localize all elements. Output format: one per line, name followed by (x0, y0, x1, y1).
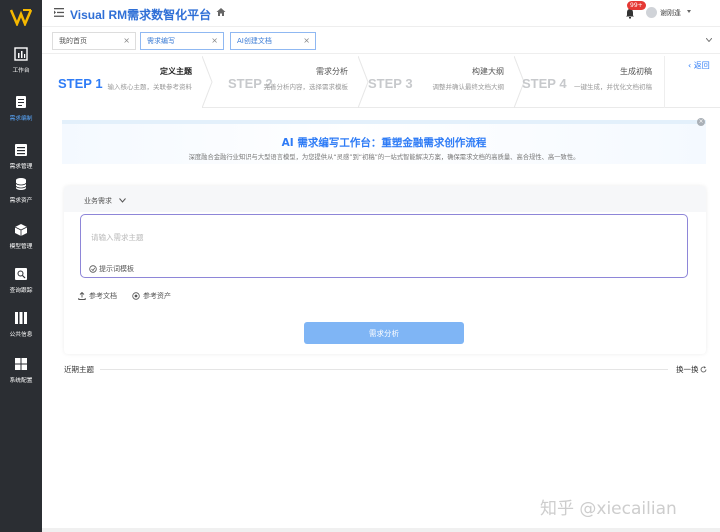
username[interactable]: 谢刚逢 (660, 8, 681, 18)
top-header: Visual RM需求数智化平台 99+ 谢刚逢 (42, 0, 720, 26)
notification-badge: 99+ (627, 1, 646, 10)
close-icon[interactable]: × (123, 36, 130, 45)
search-icon (15, 267, 27, 280)
back-button[interactable]: ‹ 返回 (688, 60, 710, 71)
step-name: 构建大纲 (472, 67, 504, 76)
close-icon[interactable]: × (697, 118, 705, 126)
logo-icon (10, 9, 32, 26)
tab-requirement-write[interactable]: 需求编写 × (140, 32, 224, 50)
topic-input-card: 业务需求 请输入需求主题 提示词模板 参考文档 参考资产 需求分析 (64, 186, 706, 354)
step-desc: 输入核心主题，关联参考资料 (107, 83, 193, 91)
tabs-bar: 我的首页 × 需求编写 × AI创建文档 × (42, 26, 720, 54)
step-desc: 完善分析内容，选择需求模板 (263, 83, 349, 91)
sidebar-item-label: 模型管理 (9, 242, 33, 250)
intro-banner: AI 需求编写工作台：重塑金融需求创作流程 深度融合金融行业知识与大型语言模型，… (62, 120, 706, 164)
step-desc: 一键生成，并优化文档初稿 (574, 83, 652, 91)
list-icon (15, 143, 27, 156)
step-number: STEP 3 (368, 76, 413, 91)
prompt-template-button[interactable]: 提示词模板 (89, 264, 134, 274)
step-progress: STEP 1 定义主题 输入核心主题，关联参考资料 STEP 2 需求分析 完善… (42, 56, 720, 108)
books-icon (15, 311, 27, 324)
reference-asset-button[interactable]: 参考资产 (132, 291, 171, 301)
banner-title: AI 需求编写工作台：重塑金融需求创作流程 (281, 137, 487, 149)
chevron-down-icon[interactable] (119, 198, 126, 203)
step-name: 生成初稿 (620, 67, 652, 76)
sidebar-item-public-info[interactable]: 公共信息 (0, 302, 42, 346)
banner-subtitle: 深度融合金融行业知识与大型语言模型，为您提供从“灵感”到“初稿”的一站式智能解决… (188, 154, 580, 161)
step-name: 定义主题 (160, 67, 192, 76)
menu-toggle-icon[interactable] (54, 8, 64, 17)
tab-label: 我的首页 (59, 37, 87, 45)
sidebar-item-system-config[interactable]: 系统配置 (0, 348, 42, 392)
tab-label: 需求编写 (147, 37, 175, 45)
card-header: 业务需求 (64, 186, 706, 212)
recent-topics-title: 近期主题 (64, 365, 94, 374)
avatar[interactable] (646, 7, 657, 18)
step-1[interactable]: STEP 1 定义主题 输入核心主题，关联参考资料 (42, 56, 202, 108)
sidebar-item-label: 系统配置 (9, 376, 33, 384)
step-2[interactable]: STEP 2 需求分析 完善分析内容，选择需求模板 (212, 56, 358, 108)
tab-ai-create-doc[interactable]: AI创建文档 × (230, 32, 316, 50)
close-icon[interactable]: × (303, 36, 310, 45)
sidebar-item-requirement-edit[interactable]: 需求编制 (0, 86, 42, 130)
asset-icon (132, 292, 140, 300)
sidebar-item-requirement-assets[interactable]: 需求资产 (0, 168, 42, 212)
refresh-button[interactable]: 换一换 (676, 364, 707, 375)
sidebar-item-label: 公共信息 (9, 330, 33, 338)
reference-asset-label: 参考资产 (143, 292, 171, 300)
close-icon[interactable]: × (211, 36, 218, 45)
back-label: 返回 (693, 61, 710, 70)
topic-input[interactable]: 请输入需求主题 提示词模板 (80, 214, 688, 278)
sidebar-item-label: 查询跟踪 (9, 286, 33, 294)
app-title: Visual RM需求数智化平台 (70, 8, 212, 22)
reference-doc-label: 参考文档 (89, 292, 117, 300)
database-icon (15, 177, 27, 190)
dashboard-icon (14, 46, 28, 61)
watermark: 知乎 @xiecailian (540, 499, 677, 519)
app-logo[interactable] (0, 0, 42, 34)
document-edit-icon (16, 95, 26, 108)
requirement-analysis-button[interactable]: 需求分析 (304, 322, 464, 344)
sidebar-item-query-track[interactable]: 查询跟踪 (0, 258, 42, 302)
bottom-bar (42, 528, 720, 532)
refresh-label: 换一换 (676, 365, 699, 374)
home-icon[interactable] (216, 7, 226, 17)
topic-placeholder: 请输入需求主题 (91, 233, 144, 242)
reference-doc-button[interactable]: 参考文档 (78, 291, 117, 301)
step-desc: 调整并确认最终文档大纲 (432, 83, 505, 91)
chevron-down-icon[interactable] (706, 38, 712, 42)
windows-icon (15, 357, 27, 370)
divider (100, 369, 668, 370)
tab-label: AI创建文档 (237, 37, 272, 45)
prompt-template-label: 提示词模板 (99, 265, 134, 273)
sidebar-item-label: 工作台 (12, 66, 30, 74)
sidebar: 工作台 需求编制 需求管理 需求资产 模型管理 查询跟踪 公共信息 系统配置 (0, 0, 42, 532)
step-number: STEP 1 (58, 76, 103, 91)
requirement-type-select[interactable]: 业务需求 (84, 196, 112, 206)
upload-icon (78, 292, 86, 300)
tab-home[interactable]: 我的首页 × (52, 32, 136, 50)
step-name: 需求分析 (316, 67, 348, 76)
step-3[interactable]: STEP 3 构建大纲 调整并确认最终文档大纲 (352, 56, 514, 108)
sidebar-item-label: 需求资产 (9, 196, 33, 204)
sidebar-item-model-manage[interactable]: 模型管理 (0, 214, 42, 258)
sidebar-item-label: 需求编制 (9, 114, 33, 122)
step-4[interactable]: STEP 4 生成初稿 一键生成，并优化文档初稿 (506, 56, 662, 108)
caret-down-icon[interactable] (687, 10, 691, 13)
refresh-icon (700, 366, 706, 373)
sidebar-item-dashboard[interactable]: 工作台 (0, 38, 42, 82)
cube-icon (14, 223, 28, 236)
divider (664, 56, 665, 108)
template-icon (89, 265, 97, 273)
